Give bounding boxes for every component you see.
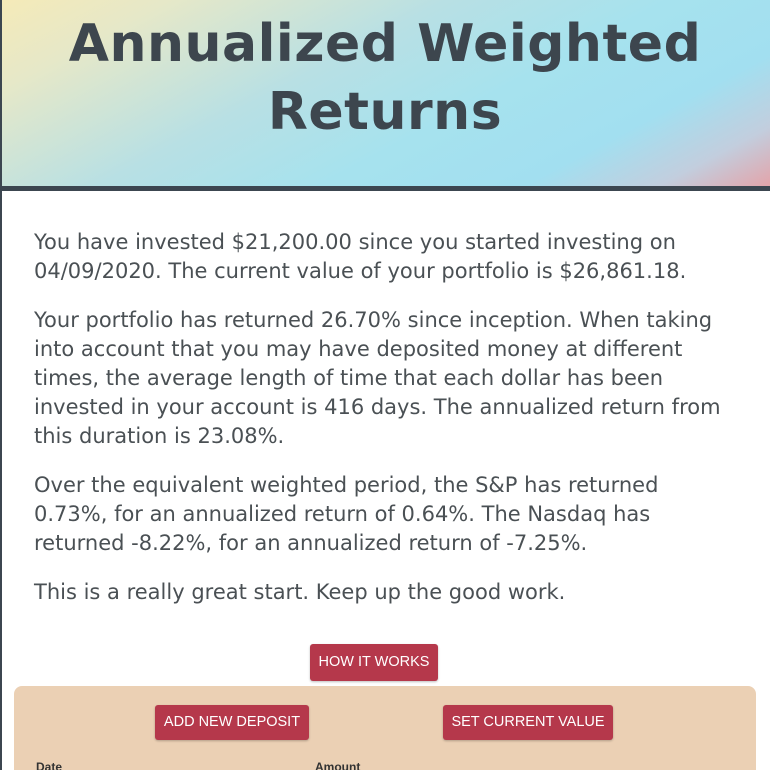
deposits-panel: ADD NEW DEPOSIT SET CURRENT VALUE Date A… — [14, 686, 756, 770]
page-left-border — [0, 0, 2, 770]
column-header-date: Date — [36, 760, 63, 770]
how-it-works-button[interactable]: HOW IT WORKS — [310, 644, 438, 681]
add-new-deposit-button[interactable]: ADD NEW DEPOSIT — [155, 705, 309, 740]
page-header: Annualized Weighted Returns — [0, 0, 770, 191]
encouragement-text: This is a really great start. Keep up th… — [34, 580, 566, 604]
set-current-value-button[interactable]: SET CURRENT VALUE — [443, 705, 613, 740]
column-header-amount: Amount — [315, 760, 361, 770]
invested-summary-text: You have invested $21,200.00 since you s… — [34, 230, 687, 283]
benchmark-comparison-text: Over the equivalent weighted period, the… — [34, 473, 659, 555]
return-summary-text: Your portfolio has returned 26.70% since… — [34, 308, 721, 448]
page-title: Annualized Weighted Returns — [68, 14, 702, 142]
summary-section: You have invested $21,200.00 since you s… — [34, 228, 724, 627]
